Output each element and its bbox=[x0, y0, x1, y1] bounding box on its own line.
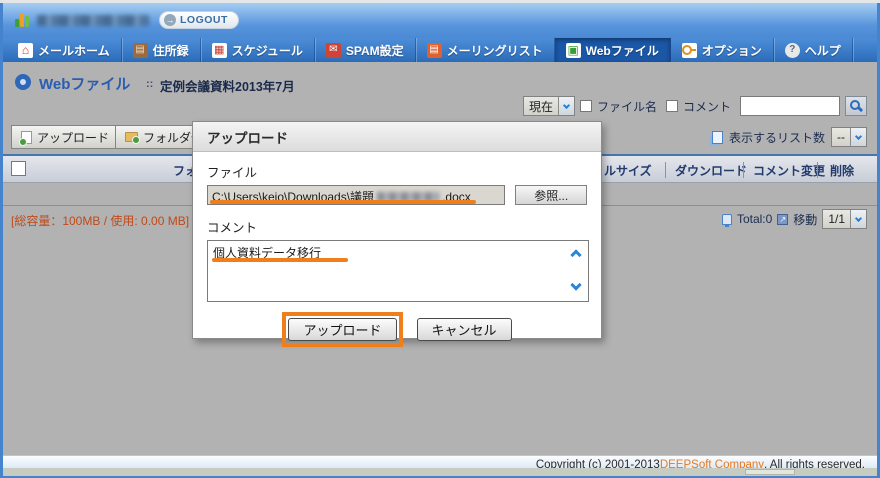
app-window: → LOGOUT メールホーム 住所録 スケジュール SPAM設定 bbox=[0, 0, 880, 478]
brand-logo-icon bbox=[15, 12, 31, 27]
page-select[interactable]: 1/1 bbox=[822, 209, 867, 229]
webfile-floppy-icon bbox=[566, 43, 581, 58]
redacted-user-email bbox=[37, 15, 149, 26]
upload-toolbar-button[interactable]: アップロード bbox=[11, 125, 119, 149]
search-scope-select[interactable]: 現在 bbox=[523, 96, 575, 116]
upload-dialog: アップロード ファイル C:\Users\keio\Downloads\議題.d… bbox=[192, 121, 602, 339]
logout-arrow-icon: → bbox=[164, 14, 176, 26]
help-icon bbox=[785, 43, 800, 58]
tab-label: メーリングリスト bbox=[447, 42, 543, 59]
column-divider bbox=[743, 162, 744, 178]
annotation-underline-file bbox=[210, 200, 476, 204]
tab-label: 住所録 bbox=[153, 42, 189, 59]
create-folder-button[interactable]: フォルダ作... bbox=[115, 125, 193, 149]
tab-schedule[interactable]: スケジュール bbox=[201, 38, 315, 62]
file-row: C:\Users\keio\Downloads\議題.docx 参照... bbox=[207, 185, 587, 205]
folder-add-icon bbox=[125, 132, 138, 142]
comment-checkbox[interactable] bbox=[666, 100, 678, 112]
column-divider bbox=[665, 162, 666, 178]
tab-options[interactable]: オプション bbox=[671, 38, 774, 62]
key-icon bbox=[682, 43, 697, 58]
filename-checkbox-label: ファイル名 bbox=[597, 98, 657, 115]
search-input[interactable] bbox=[740, 96, 840, 116]
column-download[interactable]: ダウンロード bbox=[675, 162, 747, 179]
pager-controls: Total:0 ↗ 移動 1/1 bbox=[722, 209, 867, 229]
annotation-underline-comment bbox=[212, 258, 348, 262]
topbar: → LOGOUT bbox=[3, 3, 877, 38]
select-all-checkbox[interactable] bbox=[11, 161, 26, 176]
tab-help[interactable]: ヘルプ bbox=[774, 38, 853, 62]
chevron-down-icon[interactable] bbox=[850, 210, 866, 228]
tab-label: Webファイル bbox=[586, 42, 659, 59]
dialog-body: ファイル C:\Users\keio\Downloads\議題.docx 参照.… bbox=[193, 152, 601, 347]
spam-icon bbox=[326, 43, 341, 58]
file-field-label: ファイル bbox=[207, 162, 587, 181]
create-folder-label: フォルダ作... bbox=[143, 129, 193, 146]
comment-field-label: コメント bbox=[207, 217, 587, 236]
tab-mail-home[interactable]: メールホーム bbox=[7, 38, 122, 62]
column-divider bbox=[817, 162, 818, 178]
tab-mailing-list[interactable]: メーリングリスト bbox=[416, 38, 555, 62]
display-list-value: -- bbox=[832, 130, 850, 144]
file-path-input[interactable]: C:\Users\keio\Downloads\議題.docx bbox=[207, 185, 505, 205]
dialog-upload-button[interactable]: アップロード bbox=[288, 318, 396, 341]
page-subtitle: 定例会議資料2013年7月 bbox=[160, 76, 295, 95]
page-select-value: 1/1 bbox=[823, 212, 850, 226]
chevron-down-icon[interactable] bbox=[850, 128, 866, 146]
app-frame: → LOGOUT メールホーム 住所録 スケジュール SPAM設定 bbox=[3, 3, 877, 476]
tab-label: オプション bbox=[702, 42, 762, 59]
display-list-select[interactable]: -- bbox=[831, 127, 867, 147]
chevron-down-icon[interactable] bbox=[558, 97, 574, 115]
comment-checkbox-label: コメント bbox=[683, 98, 731, 115]
filename-checkbox[interactable] bbox=[580, 100, 592, 112]
display-list-count: 表示するリスト数 -- bbox=[712, 127, 867, 147]
file-add-icon bbox=[21, 131, 32, 144]
tab-label: ヘルプ bbox=[805, 42, 841, 59]
section-ring-icon bbox=[15, 74, 31, 90]
page-title: Webファイル bbox=[39, 73, 130, 94]
tab-label: スケジュール bbox=[232, 42, 303, 59]
tab-address-book[interactable]: 住所録 bbox=[122, 38, 201, 62]
search-button[interactable] bbox=[845, 96, 867, 116]
scroll-up-icon[interactable] bbox=[570, 249, 581, 260]
mailing-list-icon bbox=[427, 43, 442, 58]
tab-spam-settings[interactable]: SPAM設定 bbox=[315, 38, 416, 62]
bottom-strip bbox=[3, 468, 877, 476]
calendar-icon bbox=[212, 43, 227, 58]
comment-textarea[interactable]: 個人資料データ移行 bbox=[207, 240, 589, 302]
column-file-size[interactable]: ルサイズ bbox=[604, 162, 652, 179]
storage-quota-text: [総容量：100MB / 使用: 0.00 MB] bbox=[11, 212, 189, 229]
logout-label: LOGOUT bbox=[180, 14, 228, 26]
upload-toolbar-label: アップロード bbox=[37, 129, 109, 146]
main-nav: メールホーム 住所録 スケジュール SPAM設定 メーリングリスト Webファイ… bbox=[3, 38, 877, 62]
home-icon bbox=[18, 43, 33, 58]
dialog-cancel-button[interactable]: キャンセル bbox=[417, 318, 512, 341]
page-title-separator: :: bbox=[146, 78, 153, 90]
tab-label: メールホーム bbox=[38, 42, 110, 59]
browse-button[interactable]: 参照... bbox=[515, 185, 587, 205]
tab-web-file[interactable]: Webファイル bbox=[555, 38, 671, 62]
column-delete[interactable]: 削除 bbox=[830, 162, 854, 179]
logout-button[interactable]: → LOGOUT bbox=[159, 11, 239, 29]
window-top-edge bbox=[0, 0, 880, 3]
annotation-highlight-box: アップロード bbox=[282, 312, 402, 347]
column-comment-change[interactable]: コメント変更 bbox=[753, 162, 825, 179]
total-count: Total:0 bbox=[737, 212, 772, 226]
search-icon bbox=[849, 99, 863, 113]
tab-label: SPAM設定 bbox=[346, 42, 404, 59]
move-label: 移動 bbox=[793, 211, 817, 228]
move-icon: ↗ bbox=[777, 214, 788, 225]
search-row: 現在 ファイル名 コメント bbox=[523, 95, 867, 117]
address-book-icon bbox=[133, 43, 148, 58]
total-icon bbox=[722, 214, 732, 225]
pages-icon bbox=[712, 131, 723, 144]
dialog-buttons: アップロード キャンセル bbox=[207, 312, 587, 347]
search-scope-value: 現在 bbox=[524, 98, 558, 115]
scroll-down-icon[interactable] bbox=[570, 279, 581, 290]
bottom-strip-box bbox=[745, 469, 795, 475]
display-list-label: 表示するリスト数 bbox=[729, 129, 825, 146]
dialog-title: アップロード bbox=[193, 122, 601, 152]
